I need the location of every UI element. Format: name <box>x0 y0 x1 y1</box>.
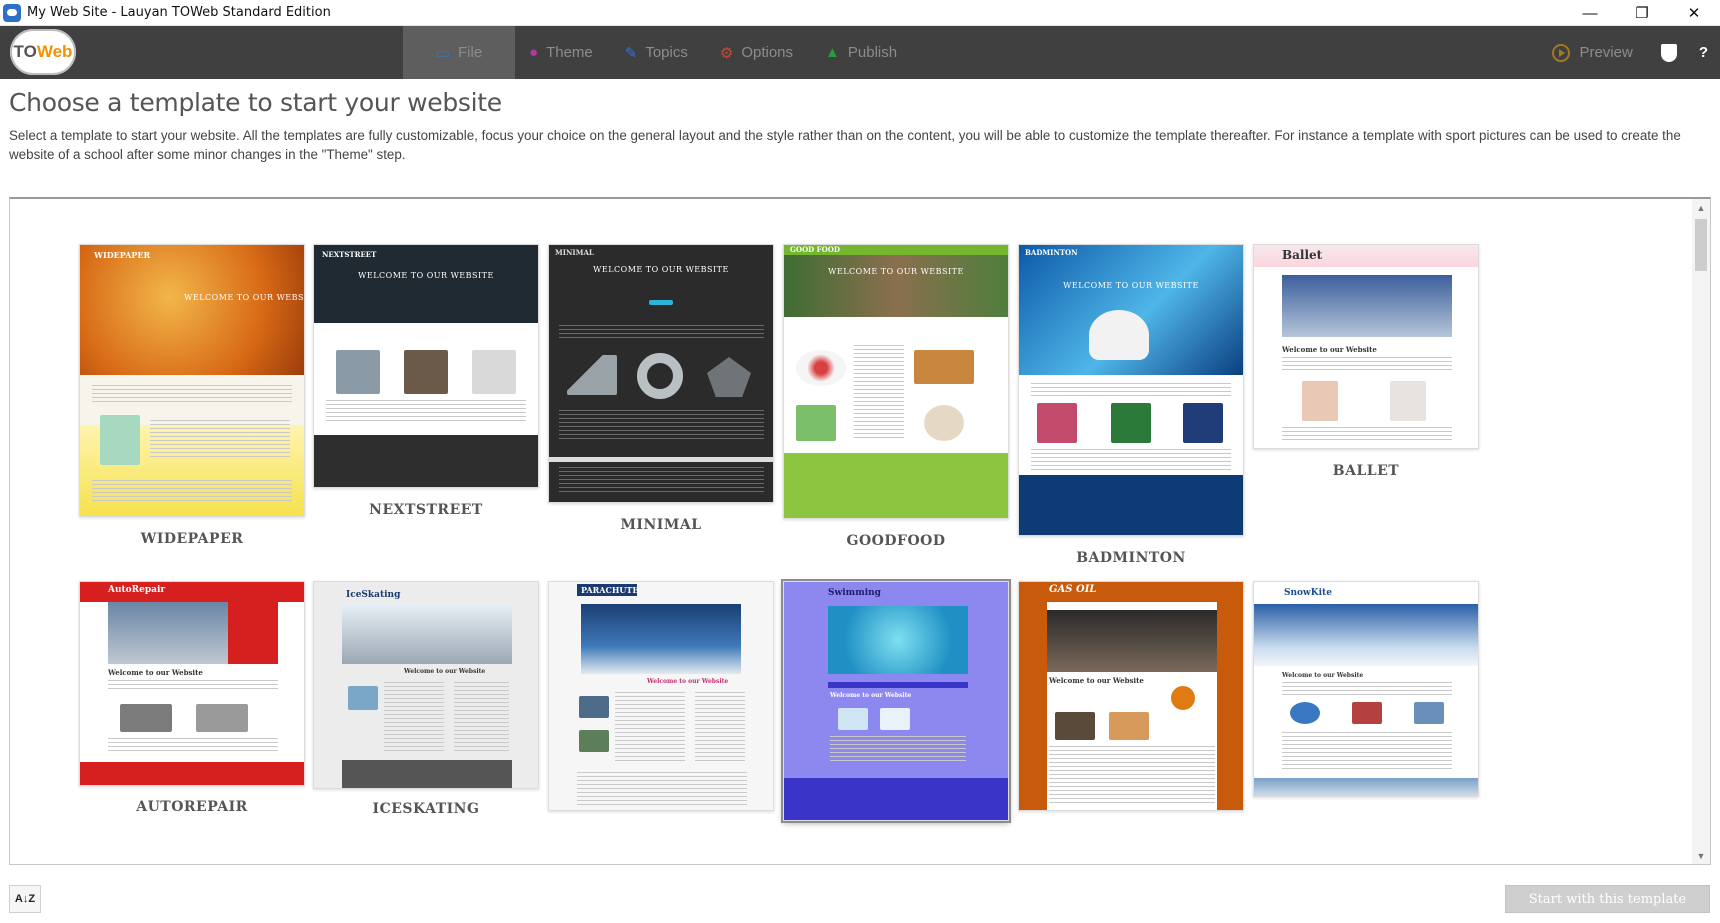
template-preview: SnowKite Welcome to our Website <box>1253 581 1479 797</box>
template-gallery[interactable]: WIDEPAPER WELCOME TO OUR WEBSITE WIDEPAP… <box>9 197 1711 865</box>
scroll-up-arrow-icon[interactable]: ▲ <box>1692 199 1710 217</box>
main-toolbar: TO Web ▭ File ● Theme ✎ Topics ⚙ Options … <box>0 26 1720 79</box>
template-name: ICESKATING <box>372 801 480 817</box>
page-title: Choose a template to start your website <box>9 88 502 117</box>
scroll-thumb[interactable] <box>1695 219 1707 271</box>
sort-az-icon: A↓Z <box>14 893 36 905</box>
restore-button[interactable]: ❐ <box>1616 0 1668 26</box>
app-icon <box>3 3 21 22</box>
template-name: WIDEPAPER <box>140 531 244 547</box>
template-preview: IceSkating Welcome to our Website <box>313 581 539 789</box>
template-name: NEXTSTREET <box>369 502 483 518</box>
close-button[interactable]: ✕ <box>1668 0 1720 26</box>
tab-publish-label: Publish <box>847 44 898 61</box>
template-preview: Ballet Welcome to our Website <box>1253 244 1479 449</box>
toolbar-right: Preview ? <box>1552 26 1720 79</box>
palette-icon: ● <box>529 44 539 61</box>
window-title: My Web Site - Lauyan TOWeb Standard Edit… <box>27 5 331 20</box>
template-preview: AutoRepair Welcome to our Website <box>79 581 305 786</box>
tab-theme-label: Theme <box>546 44 593 61</box>
tab-file-label: File <box>458 44 483 61</box>
tab-theme[interactable]: ● Theme <box>515 26 611 79</box>
template-preview: NEXTSTREET WELCOME TO OUR WEBSITE <box>313 244 539 488</box>
template-name: AUTOREPAIR <box>136 799 248 815</box>
tab-options[interactable]: ⚙ Options <box>706 26 811 79</box>
start-with-template-button[interactable]: Start with this template <box>1505 885 1710 913</box>
gears-icon: ⚙ <box>719 44 734 62</box>
logo-text-to: TO <box>13 42 37 61</box>
pencil-icon: ✎ <box>624 44 638 62</box>
tab-topics-label: Topics <box>645 44 688 61</box>
tab-file[interactable]: ▭ File <box>403 26 515 79</box>
page-description: Select a template to start your website.… <box>9 128 1681 162</box>
template-preview: GAS OIL Welcome to our Website <box>1018 581 1244 811</box>
preview-label: Preview <box>1579 44 1633 61</box>
template-preview: WIDEPAPER WELCOME TO OUR WEBSITE <box>79 244 305 517</box>
template-preview: MINIMAL WELCOME TO OUR WEBSITE <box>548 244 774 503</box>
sort-button[interactable]: A↓Z <box>9 885 41 913</box>
gallery-scrollbar[interactable]: ▲ ▼ <box>1692 199 1710 864</box>
tab-options-label: Options <box>741 44 794 61</box>
logo-text-web: Web <box>36 42 73 61</box>
template-preview: Swimming Welcome to our Website <box>783 581 1009 821</box>
template-preview: PARACHUTE Welcome to our Website <box>548 581 774 811</box>
main-nav: ▭ File ● Theme ✎ Topics ⚙ Options ▲ Publ… <box>403 26 915 79</box>
toweb-logo[interactable]: TO Web <box>10 29 76 75</box>
window-controls: — ❐ ✕ <box>1564 0 1720 26</box>
template-name: BADMINTON <box>1076 550 1186 566</box>
folder-icon: ▭ <box>435 44 450 62</box>
shield-icon[interactable] <box>1660 43 1677 62</box>
minimize-button[interactable]: — <box>1564 0 1616 26</box>
template-name: GOODFOOD <box>846 533 946 549</box>
play-icon <box>1552 43 1571 62</box>
tab-publish[interactable]: ▲ Publish <box>811 26 915 79</box>
preview-button[interactable]: Preview <box>1552 43 1633 62</box>
template-name: MINIMAL <box>620 517 702 533</box>
tab-topics[interactable]: ✎ Topics <box>611 26 706 79</box>
scroll-down-arrow-icon[interactable]: ▼ <box>1692 847 1710 864</box>
template-preview: GOOD FOOD WELCOME TO OUR WEBSITE <box>783 244 1009 519</box>
upload-arrow-icon: ▲ <box>825 44 840 61</box>
template-name: BALLET <box>1332 463 1400 479</box>
template-preview: BADMINTON WELCOME TO OUR WEBSITE <box>1018 244 1244 536</box>
help-button[interactable]: ? <box>1699 44 1708 61</box>
window-titlebar: My Web Site - Lauyan TOWeb Standard Edit… <box>0 0 1720 26</box>
